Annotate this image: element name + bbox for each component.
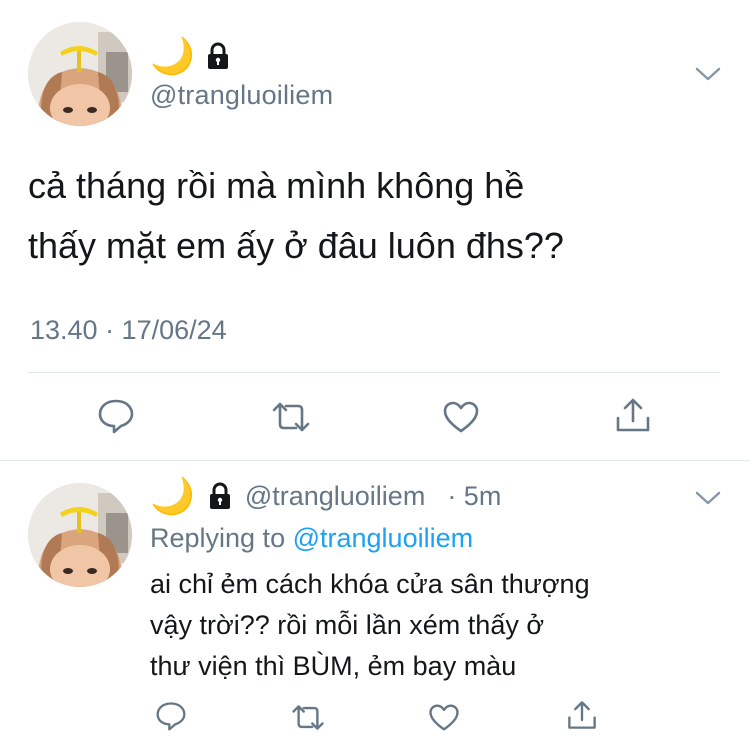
replying-to: Replying to @trangluoiliem — [150, 523, 473, 554]
tweet-text-line: thấy mặt em ấy ở đâu luôn đhs?? — [28, 225, 564, 266]
reply-display-name[interactable]: 🌙 — [150, 478, 195, 514]
author-name-row: 🌙 — [150, 38, 231, 74]
reply-time[interactable]: · 5m — [447, 481, 501, 512]
reply-icon[interactable] — [155, 701, 187, 731]
reply-author-row: 🌙 @trangluoiliem · 5m — [150, 478, 501, 514]
divider — [0, 460, 750, 461]
tweet-text: cả tháng rồi mà mình không hề thấy mặt e… — [28, 156, 564, 276]
like-icon[interactable] — [428, 703, 460, 732]
display-name[interactable]: 🌙 — [150, 38, 195, 74]
reply-text-line: thư viện thì BÙM, ẻm bay màu — [150, 651, 517, 681]
lock-icon — [205, 42, 231, 70]
replying-to-link[interactable]: @trangluoiliem — [293, 523, 473, 553]
reply-author-handle[interactable]: @trangluoiliem — [245, 481, 425, 512]
replying-prefix: Replying to — [150, 523, 286, 553]
lock-icon — [207, 482, 233, 510]
share-icon[interactable] — [566, 699, 598, 731]
reply-avatar[interactable] — [28, 483, 132, 587]
reply-text: ai chỉ ẻm cách khóa cửa sân thượng vậy t… — [150, 564, 590, 687]
like-icon[interactable] — [442, 400, 480, 434]
avatar[interactable] — [28, 22, 132, 126]
share-icon[interactable] — [614, 396, 652, 434]
chevron-down-icon[interactable] — [695, 490, 721, 506]
chevron-down-icon[interactable] — [695, 66, 721, 82]
reply-text-line: vậy trời?? rồi mỗi lần xém thấy ở — [150, 610, 545, 640]
reply-icon[interactable] — [97, 398, 135, 434]
retweet-icon[interactable] — [290, 703, 326, 732]
tweet-text-line: cả tháng rồi mà mình không hề — [28, 165, 525, 206]
reply-text-line: ai chỉ ẻm cách khóa cửa sân thượng — [150, 569, 590, 599]
tweet-timestamp[interactable]: 13.40 · 17/06/24 — [30, 315, 227, 346]
divider — [28, 372, 720, 373]
retweet-icon[interactable] — [270, 400, 312, 434]
author-handle[interactable]: @trangluoiliem — [150, 80, 333, 111]
